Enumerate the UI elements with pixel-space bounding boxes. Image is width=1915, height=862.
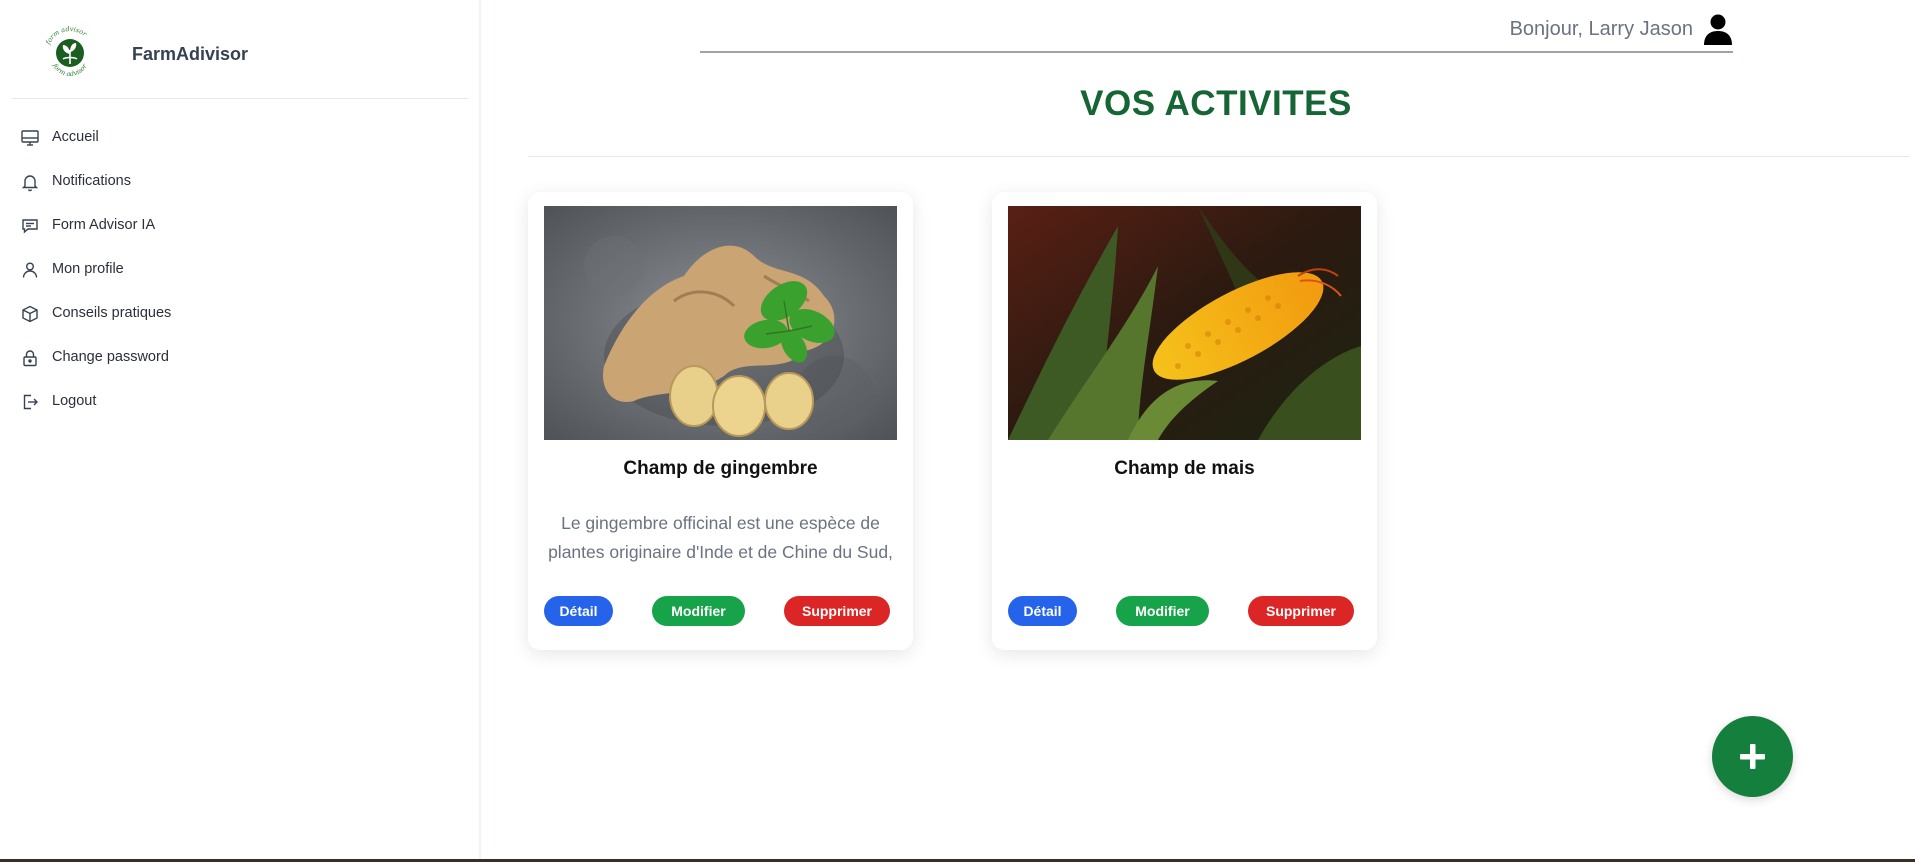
card-description: Le gingembre officinal est une espèce de… (548, 513, 893, 562)
user-solid-icon[interactable] (1703, 13, 1733, 45)
sidebar-item-notifications[interactable]: Notifications (0, 159, 470, 203)
brand-name: FarmAdivisor (132, 44, 249, 64)
detail-button[interactable]: Détail (1008, 596, 1077, 626)
page-title: VOS ACTIVITES (1080, 84, 1352, 123)
activity-card: Champ de mais Détail Modifier Supprimer (992, 192, 1377, 650)
sidebar-item-label: Mon profile (52, 261, 124, 277)
sidebar-nav: Accueil Notifications Form Advisor IA Mo… (0, 115, 470, 423)
corn-photo (1008, 206, 1361, 440)
monitor-icon (20, 128, 40, 148)
sidebar: form advisor form advisor FarmAdivisor A… (0, 0, 481, 862)
delete-button[interactable]: Supprimer (1248, 596, 1354, 626)
card-title: Champ de gingembre (623, 458, 818, 479)
add-activity-button[interactable] (1712, 716, 1793, 797)
sidebar-item-label: Change password (52, 349, 169, 365)
sidebar-item-logout[interactable]: Logout (0, 379, 470, 423)
user-icon (20, 260, 40, 280)
sidebar-item-label: Accueil (52, 129, 99, 145)
modify-button[interactable]: Modifier (652, 596, 745, 626)
sidebar-item-label: Notifications (52, 173, 131, 189)
bell-icon (20, 172, 40, 192)
chat-icon (20, 216, 40, 236)
sidebar-item-label: Logout (52, 393, 97, 409)
modify-button[interactable]: Modifier (1116, 596, 1209, 626)
brand-logo[interactable]: form advisor form advisor (39, 22, 101, 84)
brand: form advisor form advisor FarmAdivisor (12, 0, 468, 99)
title-divider (528, 156, 1910, 157)
activity-card: Champ de gingembre Le gingembre officina… (528, 192, 913, 650)
sidebar-item-label: Form Advisor IA (52, 217, 156, 233)
sidebar-item-form-advisor-ia[interactable]: Form Advisor IA (0, 203, 470, 247)
cube-icon (20, 304, 40, 324)
lock-icon (20, 348, 40, 368)
sidebar-item-label: Conseils pratiques (52, 305, 172, 321)
main-content: Bonjour, Larry Jason VOS ACTIVITES Champ… (483, 0, 1915, 862)
ginger-photo (544, 206, 897, 440)
logout-icon (20, 392, 40, 412)
greeting-text: Bonjour, Larry Jason (1509, 18, 1693, 40)
card-description (1006, 509, 1363, 567)
sidebar-item-accueil[interactable]: Accueil (0, 115, 470, 159)
header-divider (700, 51, 1733, 53)
card-title: Champ de mais (1114, 458, 1255, 479)
detail-button[interactable]: Détail (544, 596, 613, 626)
plus-icon (1740, 744, 1765, 769)
sidebar-item-conseils-pratiques[interactable]: Conseils pratiques (0, 291, 470, 335)
sidebar-item-change-password[interactable]: Change password (0, 335, 470, 379)
delete-button[interactable]: Supprimer (784, 596, 890, 626)
sidebar-item-mon-profile[interactable]: Mon profile (0, 247, 470, 291)
